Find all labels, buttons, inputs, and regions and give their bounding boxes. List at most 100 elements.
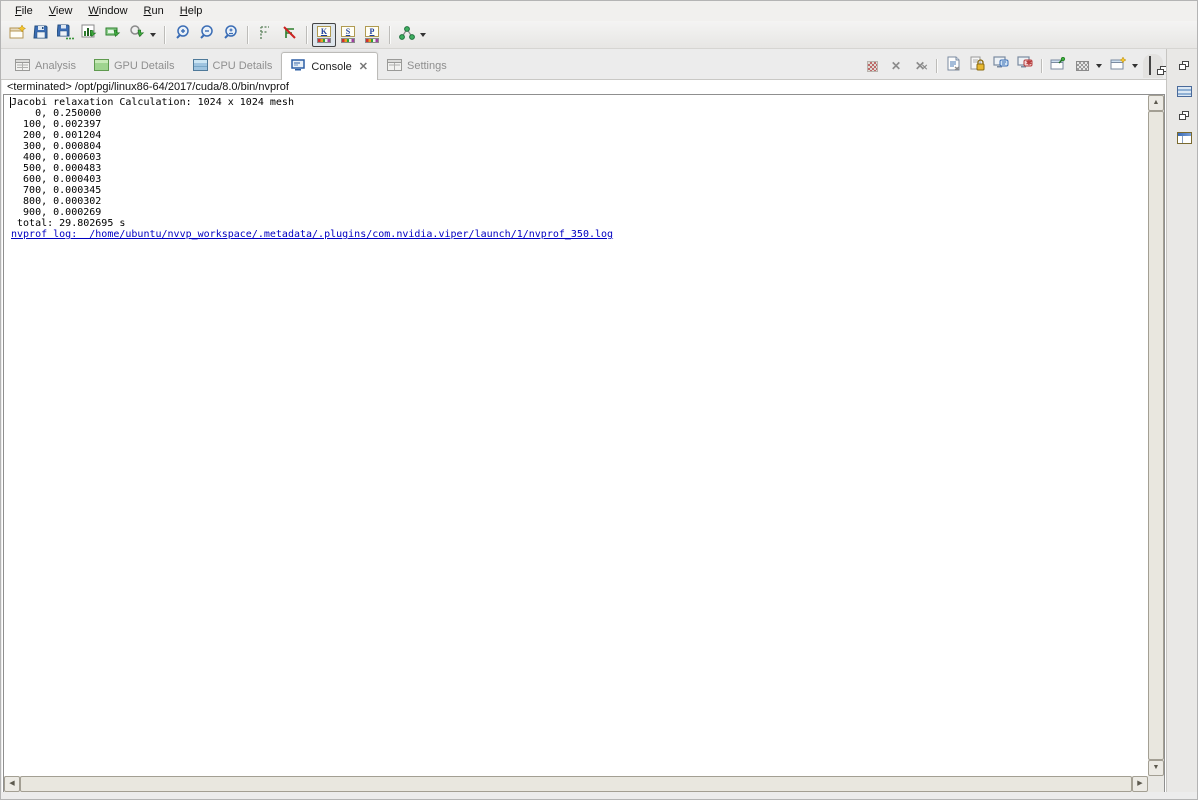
timeline-chart-icon: [81, 24, 98, 45]
new-session-icon: [9, 24, 26, 45]
timeline-panel-icon: [1177, 132, 1192, 144]
zoom-out-button[interactable]: [194, 23, 218, 47]
toolbar-separator: [306, 26, 307, 44]
scroll-lock-button[interactable]: [966, 56, 988, 76]
console-monitor-icon: [291, 59, 306, 75]
properties-view-button[interactable]: [1175, 82, 1193, 100]
gpu-table-icon: [94, 59, 109, 74]
stream-color-button[interactable]: S: [336, 23, 360, 47]
display-console-caret[interactable]: [1096, 64, 1102, 68]
save-all-button[interactable]: [53, 23, 77, 47]
terminate-icon: [867, 61, 878, 72]
tab-label: CPU Details: [213, 60, 273, 72]
open-console-caret[interactable]: [1132, 64, 1138, 68]
console-line: 700, 0.000345: [11, 185, 1147, 196]
console-line: 800, 0.000302: [11, 196, 1147, 207]
app-window: File View Window Run Help: [0, 0, 1198, 800]
vertical-scroll-thumb[interactable]: [1148, 111, 1164, 760]
scroll-left-button[interactable]: ◀: [4, 776, 20, 792]
clear-console-button[interactable]: [942, 56, 964, 76]
show-stdout-button[interactable]: [990, 56, 1012, 76]
console-toolbar-separator: [936, 59, 937, 73]
timeline-panel-button[interactable]: [1175, 129, 1193, 147]
flag-button[interactable]: [253, 23, 277, 47]
terminate-button[interactable]: [861, 56, 883, 76]
stream-color-icon: S: [341, 26, 355, 43]
console-line: 0, 0.250000: [11, 108, 1147, 119]
tab-gpu-details[interactable]: GPU Details: [85, 53, 184, 79]
console-toolbar: ✕ ✕✕ ✱: [861, 53, 1167, 79]
nvprof-log-link[interactable]: nvprof log: /home/ubuntu/nvvp_workspace/…: [11, 229, 1147, 240]
save-icon: [33, 24, 49, 45]
tab-settings[interactable]: Settings: [378, 53, 456, 79]
node-graph-button[interactable]: [395, 23, 419, 47]
zoom-in-icon: [174, 24, 190, 45]
console-line: 100, 0.002397: [11, 119, 1147, 130]
show-stderr-icon: ✱: [1017, 56, 1033, 76]
segment-button[interactable]: [101, 23, 125, 47]
process-color-button[interactable]: P: [360, 23, 384, 47]
console-line: Jacobi relaxation Calculation: 1024 x 10…: [11, 97, 1147, 108]
analyze-icon: [129, 24, 146, 45]
open-console-button[interactable]: [1107, 56, 1129, 76]
analysis-grid-icon: [15, 59, 30, 74]
console-process-label: <terminated> /opt/pgi/linux86-64/2017/cu…: [7, 81, 289, 93]
menu-help[interactable]: Help: [172, 3, 211, 19]
node-graph-dropdown-caret[interactable]: [420, 33, 426, 37]
analyze-button[interactable]: [125, 23, 149, 47]
vertical-scrollbar[interactable]: ▲ ▼: [1148, 95, 1164, 776]
timeline-button[interactable]: [77, 23, 101, 47]
svg-text:✱: ✱: [1026, 59, 1032, 67]
tab-console[interactable]: Console ✕: [281, 52, 378, 80]
zoom-in-button[interactable]: [170, 23, 194, 47]
menu-file[interactable]: File: [7, 3, 41, 19]
show-stderr-button[interactable]: ✱: [1014, 56, 1036, 76]
horizontal-scrollbar[interactable]: ◀ ▶: [4, 776, 1148, 792]
scroll-right-button[interactable]: ▶: [1132, 776, 1148, 792]
console-toolbar-separator: [1041, 59, 1042, 73]
tab-label: Analysis: [35, 60, 76, 72]
tab-label: Console: [311, 61, 351, 73]
kernel-color-icon: K: [317, 26, 331, 43]
console-line: 900, 0.000269: [11, 207, 1147, 218]
console-view: <terminated> /opt/pgi/linux86-64/2017/cu…: [2, 80, 1167, 794]
clear-console-icon: [946, 56, 961, 76]
remove-all-launches-button[interactable]: ✕✕: [909, 56, 931, 76]
console-output-area[interactable]: Jacobi relaxation Calculation: 1024 x 10…: [3, 94, 1165, 793]
pin-console-button[interactable]: [1047, 56, 1069, 76]
menu-run[interactable]: Run: [136, 3, 172, 19]
toolbar-separator: [247, 26, 248, 44]
restore-view-button[interactable]: [1175, 107, 1193, 125]
analyze-dropdown-caret[interactable]: [150, 33, 156, 37]
menu-bar: File View Window Run Help: [1, 1, 1197, 21]
settings-grid-icon: [387, 59, 402, 74]
clear-flag-button[interactable]: [277, 23, 301, 47]
menu-window[interactable]: Window: [80, 3, 135, 19]
menu-view[interactable]: View: [41, 3, 81, 19]
scroll-down-button[interactable]: ▼: [1148, 760, 1164, 776]
console-line: 500, 0.000483: [11, 163, 1147, 174]
save-button[interactable]: [29, 23, 53, 47]
kernel-color-button[interactable]: K: [312, 23, 336, 47]
window-bottom-edge: [1, 792, 1197, 799]
main-toolbar: K S P: [1, 21, 1197, 49]
minimize-icon: [1149, 56, 1151, 75]
console-line: total: 29.802695 s: [11, 218, 1147, 229]
scrollbar-corner: [1148, 776, 1164, 792]
flag-icon: [258, 25, 272, 45]
minimize-view-button[interactable]: [1149, 57, 1151, 75]
view-minmax-group: [1143, 54, 1163, 78]
scroll-up-button[interactable]: ▲: [1148, 95, 1164, 111]
toolbar-separator: [164, 26, 165, 44]
display-console-button[interactable]: [1071, 56, 1093, 76]
tab-analysis[interactable]: Analysis: [6, 53, 85, 79]
new-session-button[interactable]: [5, 23, 29, 47]
remove-launch-button[interactable]: ✕: [885, 56, 907, 76]
tab-cpu-details[interactable]: CPU Details: [184, 53, 282, 79]
restore-view-button[interactable]: [1175, 57, 1193, 75]
pin-console-icon: [1050, 57, 1066, 76]
horizontal-scroll-thumb[interactable]: [20, 776, 1132, 792]
zoom-fit-icon: [222, 24, 238, 45]
close-icon[interactable]: ✕: [359, 60, 368, 73]
zoom-fit-button[interactable]: [218, 23, 242, 47]
